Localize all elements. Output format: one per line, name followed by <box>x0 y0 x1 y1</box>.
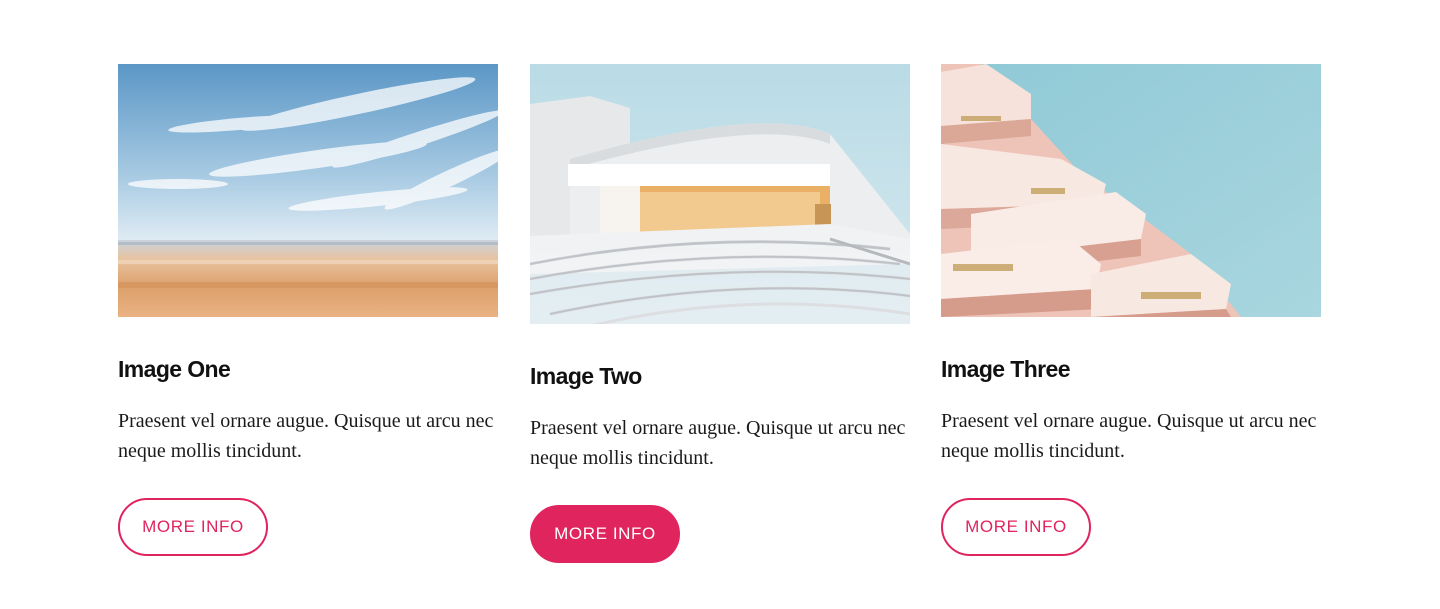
more-info-button[interactable]: MORE INFO <box>530 505 680 563</box>
card-description: Praesent vel ornare augue. Quisque ut ar… <box>530 417 906 469</box>
more-info-button[interactable]: MORE INFO <box>118 498 268 556</box>
pink-building-image <box>941 64 1321 317</box>
amphitheater-image <box>530 64 910 324</box>
card-image-one: Image One Praesent vel ornare augue. Qui… <box>118 64 498 556</box>
more-info-button[interactable]: MORE INFO <box>941 498 1091 556</box>
card-image-three: Image Three Praesent vel ornare augue. Q… <box>941 64 1321 556</box>
beach-sky-image <box>118 64 498 317</box>
card-description: Praesent vel ornare augue. Quisque ut ar… <box>941 410 1317 462</box>
card-title: Image One <box>118 356 231 382</box>
card-title: Image Three <box>941 356 1071 382</box>
card-description: Praesent vel ornare augue. Quisque ut ar… <box>118 410 494 462</box>
card-image-two: Image Two Praesent vel ornare augue. Qui… <box>530 64 910 563</box>
card-title: Image Two <box>530 363 642 389</box>
